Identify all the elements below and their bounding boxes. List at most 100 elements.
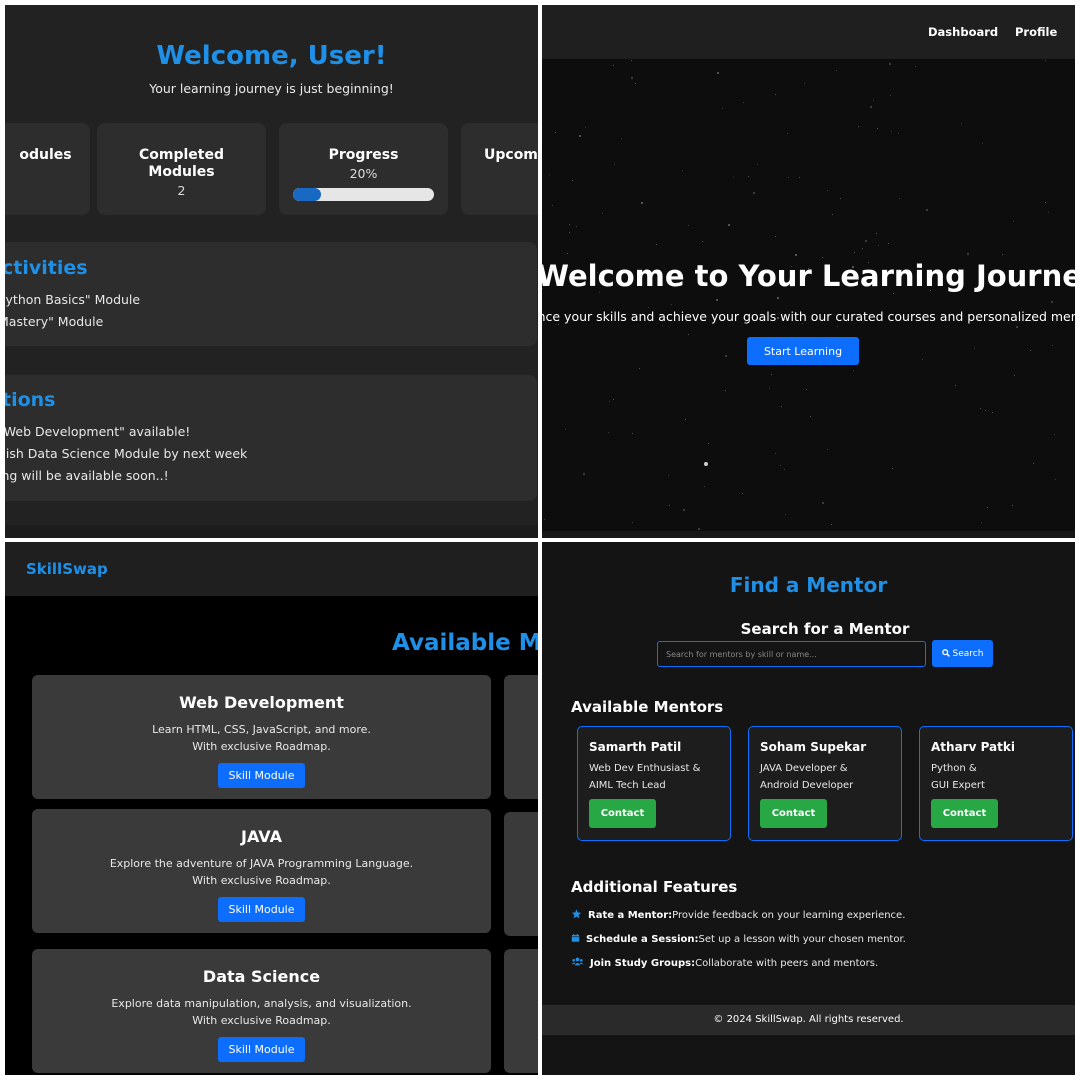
star-dot (1015, 326, 1018, 329)
star-dot (887, 242, 889, 244)
skill-module-button[interactable]: Skill Module (218, 897, 305, 922)
star-dot (991, 411, 993, 413)
contact-button[interactable]: Contact (760, 799, 827, 828)
contact-button[interactable]: Contact (589, 799, 656, 828)
star-dot (835, 70, 837, 72)
stat-card-modules: odules (5, 123, 90, 215)
module-card-java: JAVA Explore the adventure of JAVA Progr… (32, 809, 491, 933)
dashboard-title: Welcome, User! (156, 41, 387, 71)
module-card-partial (504, 949, 538, 1073)
recent-activities-section: ctivities Python Basics" Module Mastery"… (5, 242, 537, 346)
skill-module-button[interactable]: Skill Module (218, 763, 305, 788)
star-dot (683, 508, 686, 511)
star-dot (877, 127, 879, 129)
star-dot (585, 126, 587, 128)
star-dot (1001, 253, 1003, 255)
star-dot (717, 71, 720, 74)
nav-link-dashboard[interactable]: Dashboard (928, 25, 998, 39)
section-title: tions (5, 389, 56, 411)
mentor-role-line: GUI Expert (931, 780, 985, 791)
star-dot (756, 163, 758, 165)
star-dot (1033, 463, 1035, 465)
star-dot (836, 325, 838, 327)
module-card-partial (504, 812, 538, 936)
star-dot (973, 347, 975, 349)
star-dot (612, 64, 614, 66)
star-dot (1045, 201, 1047, 203)
star-dot (775, 94, 777, 96)
notification-item: "Web Development" available! (5, 424, 191, 439)
stat-value: 20% (349, 166, 378, 181)
star-dot (830, 524, 832, 526)
star-dot (688, 334, 690, 336)
activity-item: Mastery" Module (5, 314, 104, 329)
star-dot (987, 507, 989, 509)
notifications-section: tions "Web Development" available! nish … (5, 375, 537, 501)
star-dot (688, 224, 690, 226)
star-dot (668, 474, 670, 476)
star-dot (609, 401, 611, 403)
star-dot (979, 408, 981, 410)
star-dot (1012, 220, 1014, 222)
module-card-web-development: Web Development Learn HTML, CSS, JavaScr… (32, 675, 491, 799)
star-dot (892, 293, 894, 295)
top-navbar: SkillSwap (5, 542, 538, 596)
brand-logo[interactable]: SkillSwap (26, 560, 108, 578)
star-dot (955, 384, 957, 386)
star-dot (774, 236, 776, 238)
module-desc-line: With exclusive Roadmap. (192, 740, 331, 753)
star-dot (826, 190, 828, 192)
mentors-pane: Find a Mentor Search for a Mentor Search… (542, 542, 1075, 1075)
feature-text: Set up a lesson with your chosen mentor. (698, 934, 906, 945)
mentor-role-line: Python & (931, 763, 977, 774)
progress-bar (293, 188, 434, 201)
star-dot (747, 176, 749, 178)
progress-bar-fill (293, 188, 322, 201)
star-dot (572, 179, 574, 181)
star-dot (614, 164, 616, 166)
star-dot (1014, 374, 1016, 376)
star-dot (821, 257, 823, 259)
available-mentors-title: Available Mentors (571, 698, 724, 716)
star-dot (981, 521, 983, 523)
nav-link-profile[interactable]: Profile (1015, 25, 1057, 39)
star-dot (722, 108, 724, 110)
module-description: Learn HTML, CSS, JavaScript, and more. W… (32, 721, 491, 755)
star-dot (579, 134, 582, 137)
activity-item: Python Basics" Module (5, 292, 141, 307)
search-button[interactable]: Search (932, 640, 993, 667)
star-dot (728, 223, 731, 226)
star-dot (601, 213, 603, 215)
skill-module-button[interactable]: Skill Module (218, 1037, 305, 1062)
star-dot (798, 176, 800, 178)
star-dot (831, 214, 833, 216)
mentor-search-input[interactable] (657, 641, 926, 667)
module-title: JAVA (241, 827, 282, 846)
star-dot (698, 528, 701, 531)
star-dot (784, 513, 786, 515)
stat-label: Upcomi (484, 147, 538, 163)
contact-button[interactable]: Contact (931, 799, 998, 828)
star-dot (543, 518, 545, 520)
star-dot (1055, 478, 1057, 480)
feature-text: Provide feedback on your learning experi… (672, 910, 906, 921)
search-button-label: Search (952, 648, 984, 659)
star-dot (787, 132, 789, 134)
start-learning-button[interactable]: Start Learning (747, 337, 859, 365)
star-dot (839, 197, 841, 199)
star-dot (872, 99, 874, 101)
modules-title: Available Mo (392, 630, 538, 656)
module-description: Explore data manipulation, analysis, and… (32, 995, 491, 1029)
additional-features-title: Additional Features (571, 878, 738, 896)
star-dot (891, 467, 893, 469)
star-dot (1051, 345, 1053, 347)
feature-label: Schedule a Session: (586, 934, 699, 945)
notification-item: ing will be available soon..! (5, 468, 169, 483)
module-title: Data Science (202, 967, 321, 986)
star-dot (783, 468, 785, 470)
star-dot (852, 369, 854, 371)
star-dot (715, 298, 718, 301)
star-dot (870, 105, 873, 108)
stat-value: 2 (177, 183, 186, 198)
star-dot (701, 240, 703, 242)
